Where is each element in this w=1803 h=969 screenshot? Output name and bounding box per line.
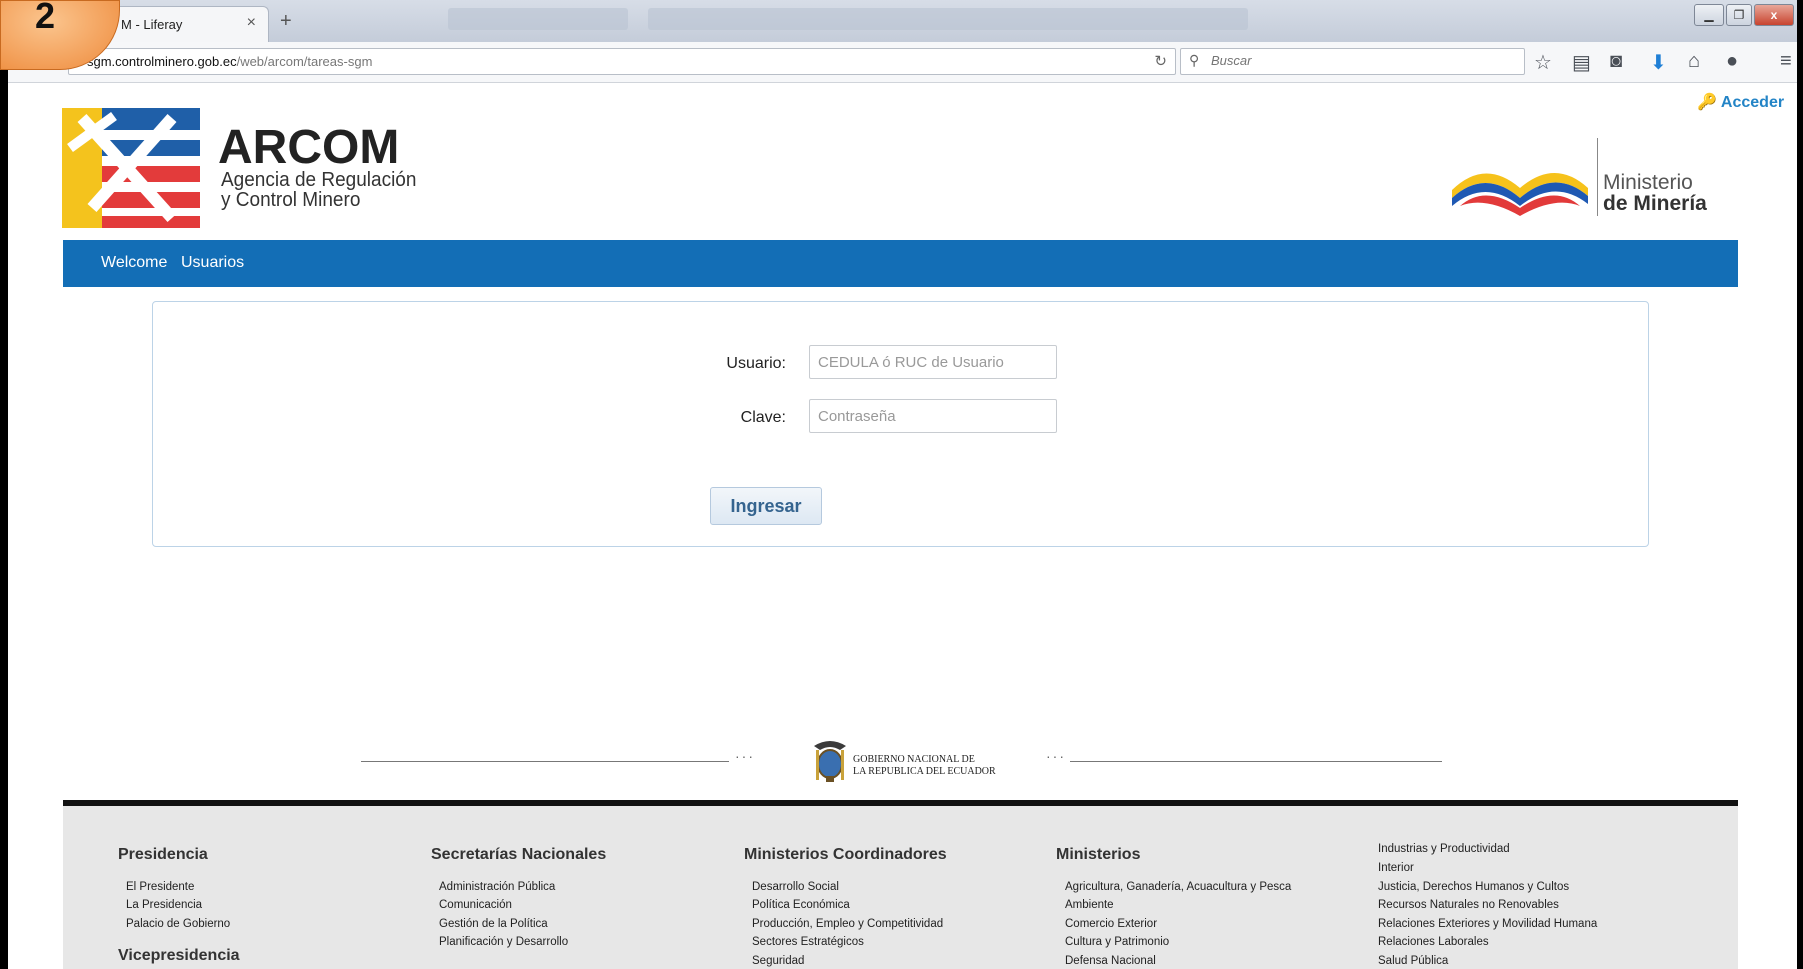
- bookmark-star-icon[interactable]: ☆: [1534, 50, 1552, 75]
- footer-link[interactable]: Producción, Empleo y Competitividad: [752, 918, 943, 930]
- reload-icon[interactable]: ↻: [1154, 52, 1167, 70]
- footer-link[interactable]: Justicia, Derechos Humanos y Cultos: [1378, 881, 1569, 893]
- tab-close-icon[interactable]: ×: [247, 14, 256, 32]
- password-label: Clave:: [740, 409, 786, 426]
- footer-link[interactable]: Administración Pública: [439, 881, 555, 893]
- key-icon: 🔑: [1697, 94, 1717, 111]
- url-host: sgm.controlminero.gob.ec: [87, 54, 237, 69]
- footer-heading-vicepresidencia: Vicepresidencia: [118, 947, 240, 964]
- chat-icon[interactable]: ●: [1726, 50, 1738, 73]
- footer-heading-presidencia: Presidencia: [118, 846, 208, 863]
- acceder-label: Acceder: [1720, 94, 1785, 111]
- home-icon[interactable]: ⌂: [1688, 50, 1700, 73]
- divider-line: [1070, 761, 1442, 762]
- footer-link[interactable]: Recursos Naturales no Renovables: [1378, 899, 1559, 911]
- main-menu: Welcome Usuarios: [63, 240, 1738, 287]
- brand-subtitle-line: Agencia de Regulación: [221, 169, 417, 191]
- footer-link[interactable]: Seguridad: [752, 955, 804, 967]
- brand-title: ARCOM: [218, 121, 400, 174]
- divider-dots: ···: [1046, 748, 1066, 764]
- footer-link[interactable]: Relaciones Laborales: [1378, 936, 1489, 948]
- footer-link[interactable]: Agricultura, Ganadería, Acuacultura y Pe…: [1065, 881, 1291, 893]
- search-input[interactable]: [1209, 52, 1513, 69]
- browser-navbar: sgm.controlminero.gob.ec/web/arcom/tarea…: [8, 42, 1797, 83]
- footer-link[interactable]: Comunicación: [439, 899, 512, 911]
- footer-link[interactable]: Gestión de la Política: [439, 918, 548, 930]
- footer-link[interactable]: Política Económica: [752, 899, 850, 911]
- menu-hamburger-icon[interactable]: ≡: [1780, 50, 1792, 73]
- maximize-button[interactable]: ❐: [1726, 4, 1752, 26]
- gov-name-line-2: LA REPUBLICA DEL ECUADOR: [853, 766, 996, 777]
- footer-link[interactable]: Desarrollo Social: [752, 881, 839, 893]
- brand-subtitle: Agencia de Regulación y Control Minero: [221, 170, 416, 210]
- download-icon[interactable]: ⬇: [1650, 50, 1667, 75]
- acceder-link[interactable]: 🔑 Acceder: [1697, 92, 1784, 112]
- footer-link[interactable]: Cultura y Patrimonio: [1065, 936, 1169, 948]
- ministerio-logo: [1452, 173, 1588, 216]
- url-bar[interactable]: sgm.controlminero.gob.ec/web/arcom/tarea…: [68, 48, 1176, 75]
- arcom-logo: [62, 108, 200, 228]
- footer-link[interactable]: Relaciones Exteriores y Movilidad Humana: [1378, 918, 1597, 930]
- ingresar-button[interactable]: Ingresar: [710, 487, 822, 525]
- ministry-divider: [1597, 138, 1598, 216]
- footer-link[interactable]: Salud Pública: [1378, 955, 1448, 967]
- divider-dots: ···: [735, 748, 755, 764]
- footer-link[interactable]: Comercio Exterior: [1065, 918, 1157, 930]
- menu-item-welcome[interactable]: Welcome: [101, 254, 167, 272]
- footer-link[interactable]: La Presidencia: [126, 899, 202, 911]
- step-number: 2: [35, 0, 56, 36]
- blurred-window-tab: [648, 8, 1248, 30]
- url-path: /web/arcom/tareas-sgm: [236, 54, 373, 69]
- menu-item-usuarios[interactable]: Usuarios: [181, 254, 244, 272]
- pocket-icon[interactable]: ◙: [1610, 50, 1622, 73]
- footer-link[interactable]: Planificación y Desarrollo: [439, 936, 568, 948]
- footer-link[interactable]: Industrias y Productividad: [1378, 843, 1510, 855]
- ministry-name-2: de Minería: [1603, 192, 1707, 215]
- footer-link[interactable]: Ambiente: [1065, 899, 1114, 911]
- footer-heading-ministerios: Ministerios: [1056, 846, 1141, 863]
- footer-link[interactable]: Interior: [1378, 862, 1414, 874]
- browser-titlebar: M - Liferay × + ▁ ❐ x: [8, 0, 1797, 42]
- footer-link[interactable]: Palacio de Gobierno: [126, 918, 230, 930]
- search-box[interactable]: ⚲: [1180, 48, 1525, 75]
- footer-heading-coordinadores: Ministerios Coordinadores: [744, 846, 947, 863]
- blurred-window-tab: [448, 8, 628, 30]
- reading-list-icon[interactable]: ▤: [1572, 50, 1591, 75]
- footer-link[interactable]: Defensa Nacional: [1065, 955, 1156, 967]
- footer: Presidencia El Presidente La Presidencia…: [63, 800, 1738, 969]
- minimize-button[interactable]: ▁: [1694, 4, 1724, 26]
- gov-name-line-1: GOBIERNO NACIONAL DE: [853, 754, 975, 765]
- ecuador-crest-icon: [814, 741, 846, 782]
- user-input[interactable]: [809, 345, 1057, 379]
- tab-active[interactable]: M - Liferay ×: [104, 6, 269, 42]
- password-input[interactable]: [809, 399, 1057, 433]
- tab-title: M - Liferay: [121, 17, 183, 32]
- footer-link[interactable]: Sectores Estratégicos: [752, 936, 864, 948]
- divider-line: [361, 761, 729, 762]
- close-window-button[interactable]: x: [1754, 4, 1794, 26]
- search-icon: ⚲: [1189, 52, 1200, 68]
- footer-heading-secretarias: Secretarías Nacionales: [431, 846, 607, 863]
- url-text: sgm.controlminero.gob.ec/web/arcom/tarea…: [87, 54, 372, 69]
- new-tab-button[interactable]: +: [280, 10, 292, 33]
- footer-link[interactable]: El Presidente: [126, 881, 194, 893]
- user-label: Usuario:: [726, 355, 786, 372]
- brand-subtitle-line: y Control Minero: [221, 189, 361, 211]
